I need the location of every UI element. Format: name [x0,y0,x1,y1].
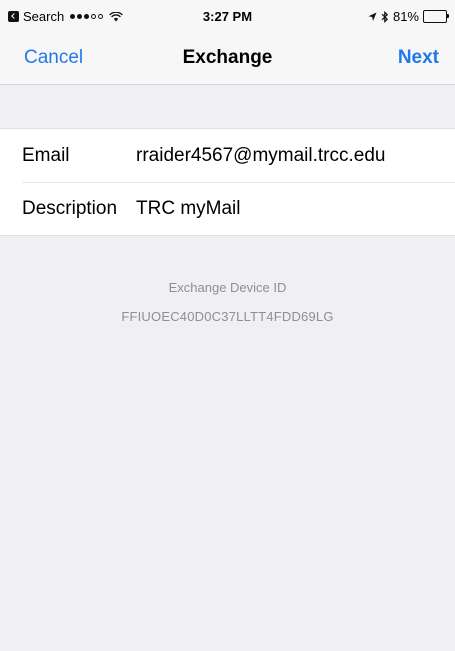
device-id-section: Exchange Device ID FFIUOEC40D0C37LLTT4FD… [0,280,455,324]
location-arrow-icon [368,12,377,21]
device-id-value: FFIUOEC40D0C37LLTT4FDD69LG [121,309,334,324]
account-form: Email rraider4567@mymail.trcc.edu Descri… [0,128,455,236]
status-right-group: 81% [368,9,449,24]
device-id-label: Exchange Device ID [168,280,287,295]
description-field[interactable]: TRC myMail [130,198,455,220]
top-bar-area: Search 3:27 PM 81% Cancel Exchange Next [0,0,455,85]
email-label: Email [22,144,70,166]
navigation-bar: Cancel Exchange Next [0,34,455,84]
battery-percent: 81% [392,9,419,24]
cancel-button[interactable]: Cancel [24,47,83,69]
description-row[interactable]: Description TRC myMail [0,182,455,235]
bluetooth-icon [381,10,389,23]
status-bar: Search 3:27 PM 81% [0,0,455,34]
next-button[interactable]: Next [398,47,439,69]
description-label: Description [22,197,118,219]
battery-icon [423,10,449,23]
email-row[interactable]: Email rraider4567@mymail.trcc.edu [0,129,455,182]
email-field[interactable]: rraider4567@mymail.trcc.edu [130,145,455,167]
